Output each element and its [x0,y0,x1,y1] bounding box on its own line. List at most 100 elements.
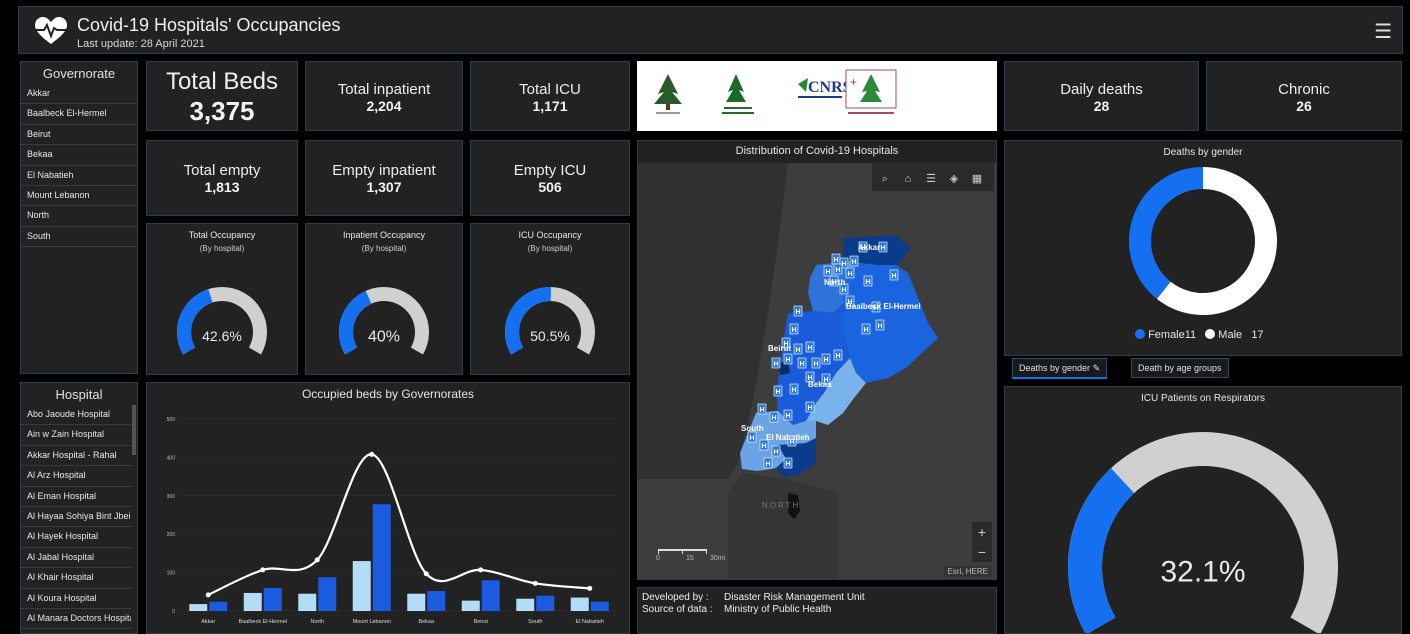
list-item[interactable]: Al Arz Hospital [21,466,131,487]
total-icu-value: 1,171 [532,98,568,114]
source-label: Source of data : [642,604,713,615]
cnrs-logo: CNRS [798,78,852,98]
gauge-value: 32.1% [1160,556,1245,589]
tab-death-by-age-groups[interactable]: Death by age groups [1131,358,1229,378]
y-tick-label: 400 [167,455,176,461]
hospital-marker-glyph: H [749,435,754,442]
bar [263,587,282,611]
hospital-marker-glyph: H [785,413,790,420]
icu-respirators-gauge: 32.1% [1068,432,1338,633]
list-item[interactable]: Al Manara Doctors Hospital [21,609,131,630]
list-item[interactable]: Abo Jaoude Hospital [21,405,131,426]
basemap-gallery-icon[interactable]: ▦ [968,170,986,188]
cedar-logo [654,74,682,114]
hospital-marker-glyph: H [807,345,812,352]
gauge-arc: 42.6% [177,287,267,355]
hospital-marker-glyph: H [761,443,766,450]
hospital-marker-glyph: H [833,257,838,264]
total-inpatient-card: Total inpatient 2,204 [305,61,463,131]
hospital-marker-glyph: H [785,357,790,364]
hospital-marker-glyph: H [795,347,800,354]
hospital-panel: Hospital Abo Jaoude Hospital Ain w Zain H… [20,382,138,634]
list-item[interactable]: Akkar Hospital - Rahal [21,446,131,467]
governorate-list: Akkar Baalbeck El-Hermel Beirut Bekaa El Nab… [21,84,137,248]
list-item[interactable]: Al Khair Hospital [21,568,131,589]
line-point [205,592,211,598]
search-icon[interactable]: ⌕ [876,170,894,188]
list-item[interactable]: El Nabatieh [21,166,137,186]
bar [481,580,500,611]
map-label-baalbeck: Baalbeck El-Hermel [846,302,921,311]
list-item[interactable]: Baalbeck El-Hermel [21,104,137,125]
empty-inpatient-value: 1,307 [366,179,402,195]
bar [372,504,391,611]
y-tick-label: 200 [167,532,176,538]
list-item[interactable]: Bekaa [21,145,137,166]
gauge-arc: 50.5% [505,287,595,355]
hospital-marker-glyph: H [791,327,796,334]
gauge-subtitle: (By hospital) [527,244,573,253]
tab-label: Death by age groups [1138,363,1222,373]
governorate-panel: Governorate Akkar Baalbeck El-Hermel Beiru… [20,61,138,374]
female-legend-dot [1135,329,1145,339]
empty-inpatient-card: Empty inpatient 1,307 [305,140,463,216]
list-item[interactable]: North [21,206,137,227]
map-label-south: South [741,424,764,433]
zoom-out-button[interactable]: − [972,542,992,562]
hospital-marker-glyph: H [863,327,868,334]
list-item[interactable]: Al Jabal Hospital [21,548,131,569]
partner-logos-strip: CNRS + [654,69,897,114]
developed-by-value: Disaster Risk Management Unit [724,592,865,603]
y-tick-label: 100 [167,571,176,577]
x-tick-label: Bekaa [418,619,435,625]
deaths-gender-title: Deaths by gender [1163,147,1243,158]
gauge-arc: 40% [339,287,429,355]
bar [516,598,535,611]
total-beds-value: 3,375 [189,96,255,126]
total-inpatient-label: Total inpatient [337,81,431,98]
hospital-scrollbar[interactable] [132,405,136,455]
bar [536,595,555,611]
bar [352,561,371,611]
hospital-marker-glyph: H [891,273,896,280]
line-point [587,585,593,591]
lebanon-map[interactable]: H HHH HH HHHHHHHHHHHHHH HHHH HHHH HH HHH HHHHHHH… [638,163,996,579]
home-icon[interactable]: ⌂ [899,170,917,188]
male-legend-value: 17 [1251,329,1264,341]
list-item[interactable]: Al Hayaa Sohiya Bint Jbeil [21,507,131,528]
list-item[interactable]: Ain w Zain Hospital [21,425,131,446]
gauge-fill [1068,468,1135,633]
bar-chart: 0 100 200 300 400 500 Akkar Baalbeck El-Hermel N… [167,417,617,625]
list-item[interactable]: Al Eman Hospital [21,487,131,507]
list-item[interactable]: Al Hayek Hospital [21,527,131,548]
hospital-marker-glyph: H [791,387,796,394]
y-tick-label: 500 [167,417,176,423]
hospital-marker-glyph: H [807,405,812,412]
total-inpatient-value: 2,204 [366,98,402,114]
icu-occupancy-gauge: ICU Occupancy (By hospital) 50.5% [470,223,630,375]
tab-deaths-by-gender[interactable]: Deaths by gender ✎ [1012,358,1108,379]
hospital-title: Hospital [55,387,103,402]
y-tick-label: 0 [172,609,175,615]
gauge-value: 40% [368,329,400,346]
occupied-beds-chart-panel: Occupied beds by Governorates 0 100 200 300… [146,382,630,634]
layers-icon[interactable]: ◈ [945,170,963,188]
hospital-marker-glyph: H [813,361,818,368]
list-item[interactable]: Al Koura Hospital [21,589,131,609]
map-label-bekaa: Bekaa [808,380,832,389]
empty-icu-value: 506 [538,179,562,195]
hospital-list: Abo Jaoude Hospital Ain w Zain Hospital Ak… [21,405,131,633]
gauge-subtitle: (By hospital) [361,244,407,253]
hamburger-icon[interactable]: ☰ [1374,19,1392,44]
total-icu-label: Total ICU [519,81,581,98]
gauge-title: ICU Occupancy [518,230,582,240]
hospital-marker-glyph: H [765,461,770,468]
list-item[interactable]: Mount Lebanon [21,186,137,207]
list-item[interactable]: South [21,227,137,248]
legend-icon[interactable]: ☰ [922,170,940,188]
tab-label: Deaths by gender [1019,363,1091,373]
x-tick-label: Baalbeck El-Hermel [238,619,287,625]
list-item[interactable]: Beirut [21,125,137,146]
list-item[interactable]: Akkar [21,84,137,105]
zoom-in-button[interactable]: + [972,522,992,542]
